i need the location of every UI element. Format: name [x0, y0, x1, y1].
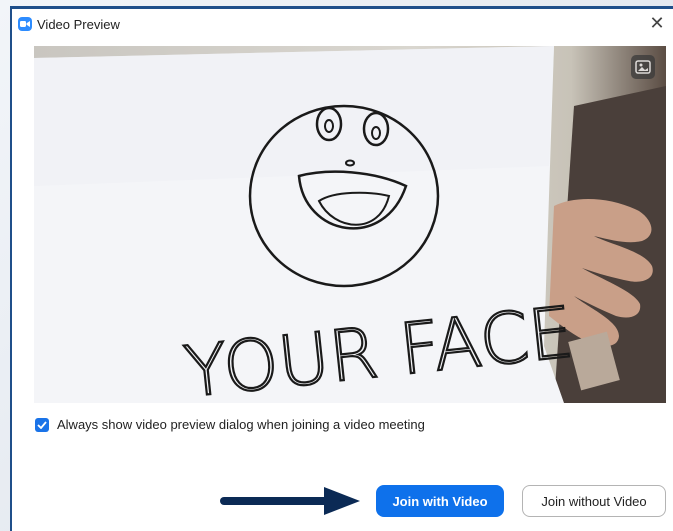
- join-without-video-button[interactable]: Join without Video: [522, 485, 666, 517]
- close-icon[interactable]: ✕: [647, 12, 667, 34]
- video-preview-dialog: Video Preview ✕ YOUR FACE Always show vi…: [10, 6, 673, 531]
- video-preview: YOUR FACE: [34, 46, 666, 403]
- image-toggle-icon[interactable]: [631, 55, 655, 79]
- always-show-preview-option[interactable]: Always show video preview dialog when jo…: [35, 417, 425, 432]
- zoom-app-icon: [18, 17, 32, 31]
- camera-feed-image: YOUR FACE: [34, 46, 666, 403]
- join-with-video-button[interactable]: Join with Video: [376, 485, 504, 517]
- window-title: Video Preview: [37, 17, 120, 32]
- pointer-arrow-icon: [220, 487, 360, 515]
- checkbox-label: Always show video preview dialog when jo…: [57, 417, 425, 432]
- check-icon: [37, 420, 47, 429]
- title-bar: Video Preview ✕: [12, 9, 673, 39]
- always-show-preview-checkbox[interactable]: [35, 417, 49, 432]
